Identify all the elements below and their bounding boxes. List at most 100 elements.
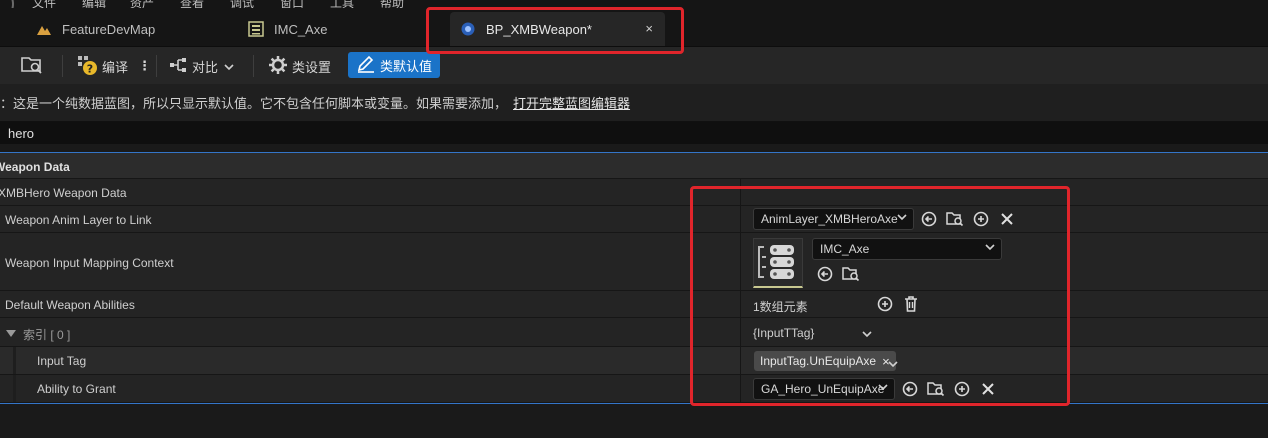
toolbar-separator	[253, 55, 254, 77]
chevron-down-icon[interactable]	[888, 357, 898, 371]
category-label: Weapon Data	[0, 160, 70, 174]
chevron-down-icon	[224, 59, 234, 74]
browse-asset-button[interactable]	[20, 53, 44, 79]
compile-status-icon: ?	[76, 54, 98, 79]
combo-value: GA_Hero_UnEquipAxe	[761, 382, 885, 396]
chevron-down-icon	[985, 242, 995, 254]
category-header[interactable]: Weapon Data	[0, 153, 1268, 179]
toolbar-separator	[156, 55, 157, 77]
chevron-down-icon	[878, 382, 888, 394]
trash-icon[interactable]	[902, 295, 920, 313]
property-label: Default Weapon Abilities	[5, 298, 135, 312]
combo-value: AnimLayer_XMBHeroAxe	[761, 212, 898, 226]
property-row: Input Tag InputTag.UnEquipAxe ×	[0, 347, 1268, 375]
chevron-down-icon	[897, 212, 907, 224]
unreal-logo-icon[interactable]	[0, 0, 14, 8]
ability-class-combo[interactable]: GA_Hero_UnEquipAxe	[753, 378, 895, 400]
input-mapping-combo[interactable]: IMC_Axe	[812, 238, 1002, 260]
gear-icon	[268, 55, 288, 78]
menu-tools[interactable]: 工具	[330, 0, 354, 8]
search-input[interactable]	[0, 122, 1268, 144]
asset-thumbnail[interactable]	[753, 238, 803, 288]
class-settings-button[interactable]: 类设置	[268, 53, 331, 79]
subcategory-header[interactable]: XMBHero Weapon Data	[0, 179, 1268, 206]
tab-label: FeatureDevMap	[62, 21, 156, 37]
blueprint-icon	[460, 21, 476, 37]
menu-view[interactable]: 查看	[180, 0, 204, 8]
diff-dropdown[interactable]: 对比	[168, 53, 234, 79]
toolbar: ? 编译 ⋮ 对比 类设置 类默认值	[0, 46, 1268, 84]
anim-layer-combo[interactable]: AnimLayer_XMBHeroAxe	[753, 208, 914, 230]
property-label: Ability to Grant	[37, 382, 116, 396]
element-summary: {InputTTag}	[753, 326, 815, 340]
menu-debug[interactable]: 调试	[230, 0, 254, 8]
close-icon[interactable]: ×	[645, 21, 653, 36]
property-row: Weapon Anim Layer to Link AnimLayer_XMBH…	[0, 206, 1268, 233]
svg-text:?: ?	[87, 62, 93, 75]
column-divider	[740, 206, 741, 232]
class-defaults-label: 类默认值	[380, 58, 433, 74]
property-label: Weapon Anim Layer to Link	[5, 213, 152, 227]
gameplay-tag-chip[interactable]: InputTag.UnEquipAxe ×	[754, 351, 896, 371]
chevron-down-icon[interactable]	[862, 327, 872, 341]
indent-guide	[13, 375, 16, 402]
array-index-label: 索引 [ 0 ]	[23, 328, 71, 342]
use-selected-icon[interactable]	[816, 265, 834, 283]
input-mapping-icon	[758, 245, 794, 279]
column-divider	[740, 375, 741, 402]
tab-bar: FeatureDevMap IMC_Axe BP_XMBWeapon* ×	[0, 8, 1268, 46]
property-row: Default Weapon Abilities 1数组元素	[0, 291, 1268, 318]
notice-text: ：这是一个纯数据蓝图，所以只显示默认值。它不包含任何脚本或变量。如果需要添加，	[0, 96, 508, 111]
clear-icon[interactable]	[998, 210, 1016, 228]
compile-options-button[interactable]: ⋮	[138, 53, 151, 79]
indent-guide	[13, 347, 16, 374]
menu-window[interactable]: 窗口	[280, 0, 304, 8]
menu-asset[interactable]: 资产	[130, 0, 154, 8]
level-map-icon	[36, 21, 52, 37]
compile-button[interactable]: ? 编译	[76, 53, 128, 79]
folder-search-icon	[20, 55, 44, 78]
tag-value: InputTag.UnEquipAxe	[760, 354, 877, 368]
tab-bp-xmbweapon[interactable]: BP_XMBWeapon* ×	[450, 12, 665, 46]
add-icon[interactable]	[953, 380, 971, 398]
tab-featuredevmap[interactable]: FeatureDevMap	[36, 12, 236, 46]
compile-label: 编译	[102, 59, 129, 75]
column-divider	[740, 233, 741, 290]
edit-pencil-icon	[356, 55, 376, 76]
expand-triangle-icon[interactable]	[6, 327, 16, 341]
use-selected-icon[interactable]	[920, 210, 938, 228]
use-selected-icon[interactable]	[901, 380, 919, 398]
class-defaults-button[interactable]: 类默认值	[348, 52, 441, 78]
property-label: Weapon Input Mapping Context	[5, 256, 174, 270]
menu-bar: 文件 编辑 资产 查看 调试 窗口 工具 帮助	[0, 0, 1268, 8]
open-full-editor-link[interactable]: 打开完整蓝图编辑器	[513, 96, 630, 111]
column-divider	[740, 347, 741, 374]
menu-edit[interactable]: 编辑	[82, 0, 106, 8]
data-only-notice: ：这是一个纯数据蓝图，所以只显示默认值。它不包含任何脚本或变量。如果需要添加， 打…	[0, 84, 1268, 122]
search-bar	[0, 122, 1268, 144]
combo-value: IMC_Axe	[820, 242, 870, 256]
menu-help[interactable]: 帮助	[380, 0, 404, 8]
array-count: 1数组元素	[753, 300, 808, 314]
clear-icon[interactable]	[979, 380, 997, 398]
diff-icon	[168, 56, 188, 77]
add-element-icon[interactable]	[876, 295, 894, 313]
browse-folder-icon[interactable]	[946, 210, 964, 228]
tab-label: BP_XMBWeapon*	[486, 21, 592, 37]
class-settings-label: 类设置	[292, 59, 332, 75]
array-element-row[interactable]: 索引 [ 0 ] {InputTTag}	[0, 318, 1268, 347]
tab-label: IMC_Axe	[274, 21, 328, 37]
column-divider	[740, 318, 741, 346]
browse-folder-icon[interactable]	[842, 265, 860, 283]
property-row: Ability to Grant GA_Hero_UnEquipAxe	[0, 375, 1268, 403]
property-row: Weapon Input Mapping Context IMC_Axe	[0, 233, 1268, 291]
add-icon[interactable]	[972, 210, 990, 228]
column-divider	[740, 291, 741, 317]
column-divider	[740, 179, 741, 205]
subcategory-label: XMBHero Weapon Data	[0, 186, 127, 200]
browse-folder-icon[interactable]	[927, 380, 945, 398]
input-mapping-icon	[248, 21, 264, 37]
tab-imc-axe[interactable]: IMC_Axe	[248, 12, 418, 46]
property-label: Input Tag	[37, 354, 87, 368]
menu-file[interactable]: 文件	[32, 0, 56, 8]
